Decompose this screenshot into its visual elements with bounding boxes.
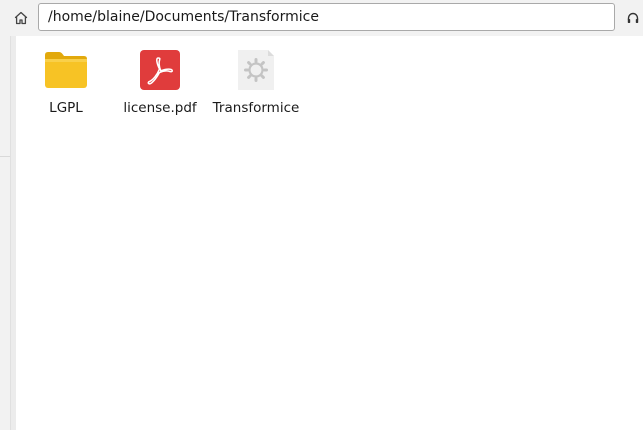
folder-icon (42, 46, 90, 94)
toolbar (0, 0, 643, 36)
home-button[interactable] (10, 8, 32, 28)
home-icon (14, 11, 28, 25)
sidebar-item[interactable] (0, 68, 10, 157)
executable-gear-icon (232, 46, 280, 94)
file-view[interactable]: LGPL license.pdf Transformice (16, 36, 643, 430)
location-input[interactable] (38, 3, 615, 31)
file-label: LGPL (49, 100, 83, 116)
file-label: license.pdf (123, 100, 197, 116)
file-label: Transformice (212, 100, 300, 116)
right-toolbar-button[interactable] (624, 8, 642, 28)
file-item-lgpl[interactable]: LGPL (18, 46, 114, 116)
file-item-license-pdf[interactable]: license.pdf (112, 46, 208, 116)
headphones-icon (627, 12, 639, 23)
file-manager-window: LGPL license.pdf (0, 0, 643, 430)
sidebar (0, 36, 10, 430)
pdf-icon (136, 46, 184, 94)
file-item-transformice[interactable]: Transformice (208, 46, 304, 116)
